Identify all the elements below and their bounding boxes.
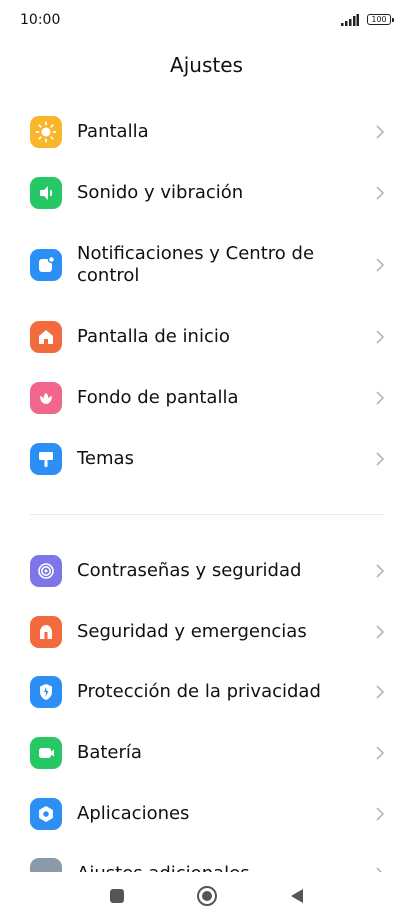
settings-item-pantalla-inicio[interactable]: Pantalla de inicio <box>0 308 413 366</box>
settings-item-label: Batería <box>77 742 142 763</box>
alarm-icon <box>30 616 62 648</box>
recents-button[interactable] <box>105 884 129 908</box>
square-icon <box>110 889 124 903</box>
settings-item-fondo[interactable]: Fondo de pantalla <box>0 369 413 427</box>
section-divider <box>30 514 383 515</box>
gear-icon <box>30 798 62 830</box>
settings-item-label: Pantalla de inicio <box>77 326 230 347</box>
flower-icon <box>30 382 62 414</box>
paint-roller-icon <box>30 443 62 475</box>
chevron-right-icon <box>376 391 385 405</box>
settings-item-label: Contraseñas y seguridad <box>77 560 302 581</box>
settings-item-label: Temas <box>77 448 134 469</box>
settings-item-temas[interactable]: Temas <box>0 430 413 488</box>
home-button[interactable] <box>195 884 219 908</box>
back-triangle-icon <box>291 889 303 903</box>
settings-item-label: Protección de la privacidad <box>77 681 321 702</box>
chevron-right-icon <box>376 452 385 466</box>
circle-icon <box>197 886 217 906</box>
settings-item-label: Pantalla <box>77 121 149 142</box>
settings-item-label: Fondo de pantalla <box>77 387 239 408</box>
status-bar: 10:00 100 <box>0 0 413 40</box>
battery-level: 100 <box>371 15 387 24</box>
battery-icon <box>30 737 62 769</box>
settings-item-label: Seguridad y emergencias <box>77 621 307 642</box>
chevron-right-icon <box>376 564 385 578</box>
fingerprint-icon <box>30 555 62 587</box>
chevron-right-icon <box>376 807 385 821</box>
navigation-bar <box>0 872 413 920</box>
settings-item-aplicaciones[interactable]: Aplicaciones <box>0 785 413 843</box>
settings-item-sonido[interactable]: Sonido y vibración <box>0 164 413 222</box>
chevron-right-icon <box>376 186 385 200</box>
speaker-icon <box>30 177 62 209</box>
chevron-right-icon <box>376 125 385 139</box>
chevron-right-icon <box>376 258 385 272</box>
signal-icon <box>341 14 359 26</box>
settings-item-privacidad[interactable]: Protección de la privacidad <box>0 663 413 721</box>
page-title: Ajustes <box>170 53 243 77</box>
settings-item-label: Sonido y vibración <box>77 182 244 203</box>
settings-item-notificaciones[interactable]: Notificaciones y Centro de control <box>0 236 413 294</box>
chevron-right-icon <box>376 330 385 344</box>
settings-item-label: Notificaciones y Centro de control <box>77 243 315 286</box>
settings-item-emergencias[interactable]: Seguridad y emergencias <box>0 603 413 661</box>
shield-icon <box>30 676 62 708</box>
status-time: 10:00 <box>20 12 61 28</box>
home-icon <box>30 321 62 353</box>
notification-icon <box>30 249 62 281</box>
settings-item-pantalla[interactable]: Pantalla <box>0 103 413 161</box>
battery-icon: 100 <box>367 14 394 25</box>
chevron-right-icon <box>376 625 385 639</box>
settings-item-contrasenas[interactable]: Contraseñas y seguridad <box>0 542 413 600</box>
settings-item-bateria[interactable]: Batería <box>0 724 413 782</box>
chevron-right-icon <box>376 685 385 699</box>
settings-item-label: Aplicaciones <box>77 803 190 824</box>
chevron-right-icon <box>376 746 385 760</box>
back-button[interactable] <box>285 884 309 908</box>
brightness-icon <box>30 116 62 148</box>
